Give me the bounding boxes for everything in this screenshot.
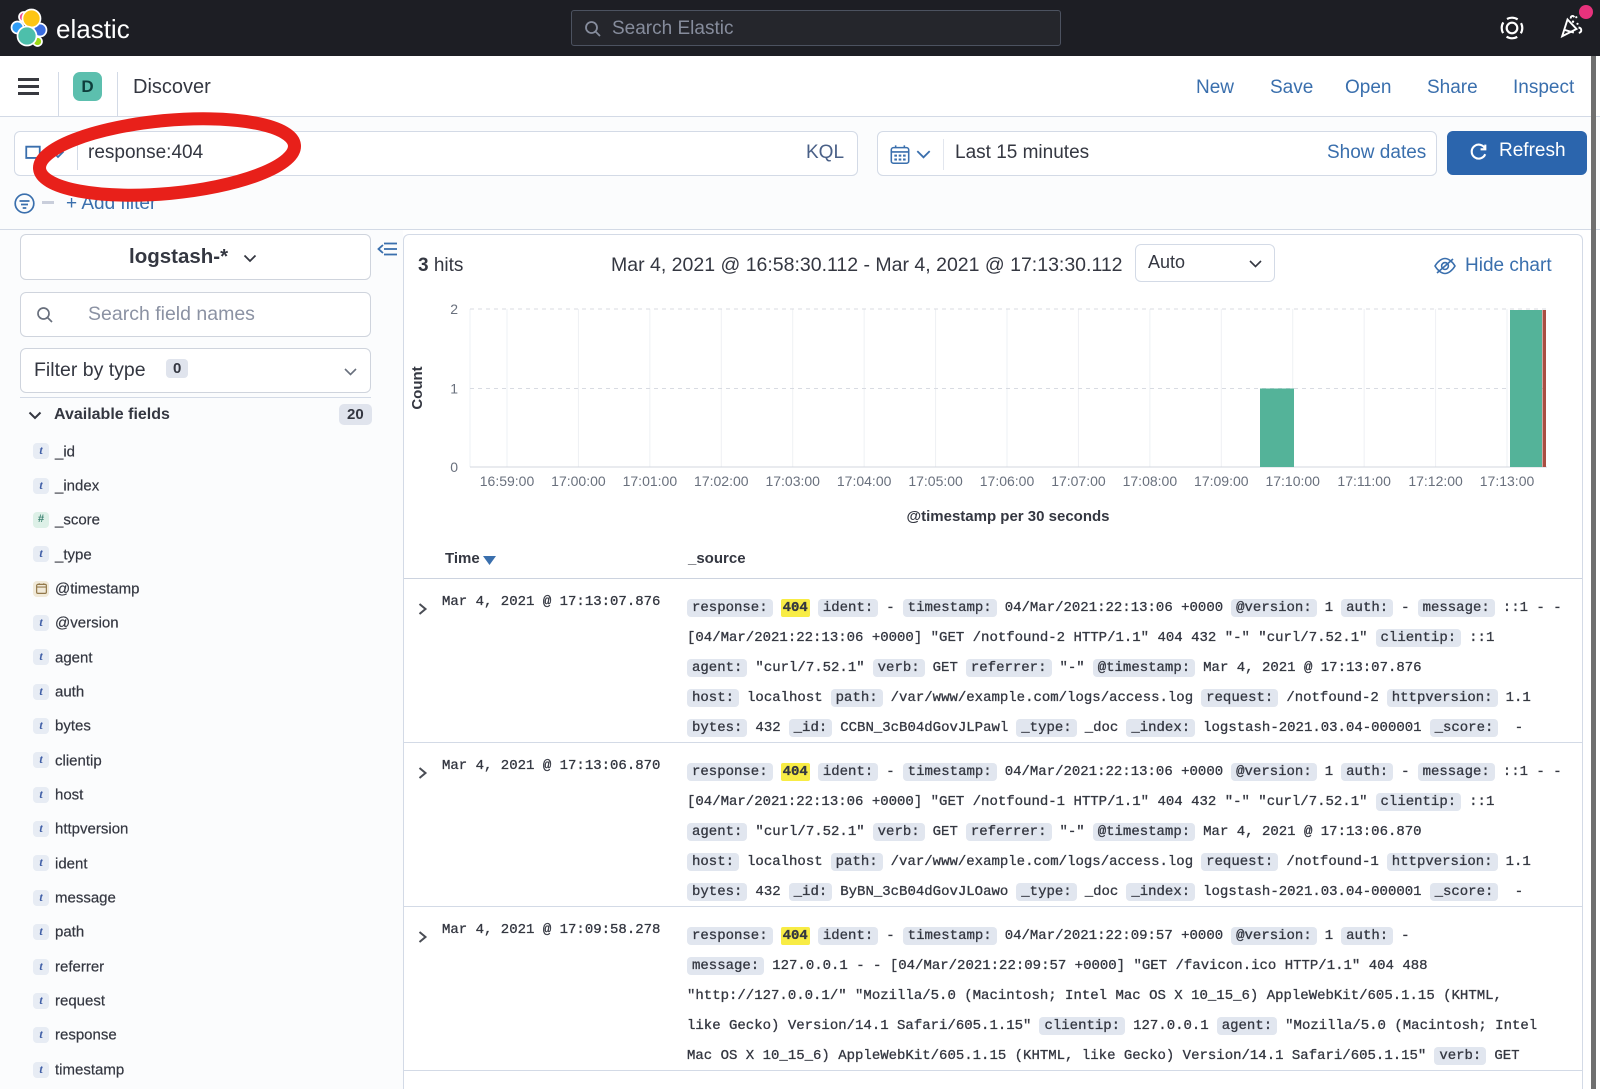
- svg-text:17:07:00: 17:07:00: [1051, 473, 1106, 489]
- svg-text:17:12:00: 17:12:00: [1408, 473, 1463, 489]
- svg-text:17:04:00: 17:04:00: [837, 473, 892, 489]
- svg-text:17:02:00: 17:02:00: [694, 473, 749, 489]
- svg-text:17:10:00: 17:10:00: [1265, 473, 1320, 489]
- svg-text:17:06:00: 17:06:00: [980, 473, 1035, 489]
- svg-text:16:59:00: 16:59:00: [480, 473, 535, 489]
- svg-text:17:01:00: 17:01:00: [623, 473, 678, 489]
- svg-text:17:08:00: 17:08:00: [1123, 473, 1178, 489]
- svg-text:17:00:00: 17:00:00: [551, 473, 606, 489]
- svg-text:17:11:00: 17:11:00: [1337, 473, 1391, 489]
- svg-text:Count: Count: [409, 366, 426, 409]
- svg-text:2: 2: [450, 301, 458, 317]
- svg-text:0: 0: [450, 459, 458, 475]
- svg-text:17:13:00: 17:13:00: [1480, 473, 1535, 489]
- svg-text:@timestamp per 30 seconds: @timestamp per 30 seconds: [906, 508, 1109, 525]
- svg-text:1: 1: [450, 381, 458, 397]
- svg-text:17:05:00: 17:05:00: [908, 473, 963, 489]
- svg-text:17:09:00: 17:09:00: [1194, 473, 1249, 489]
- svg-text:17:03:00: 17:03:00: [765, 473, 820, 489]
